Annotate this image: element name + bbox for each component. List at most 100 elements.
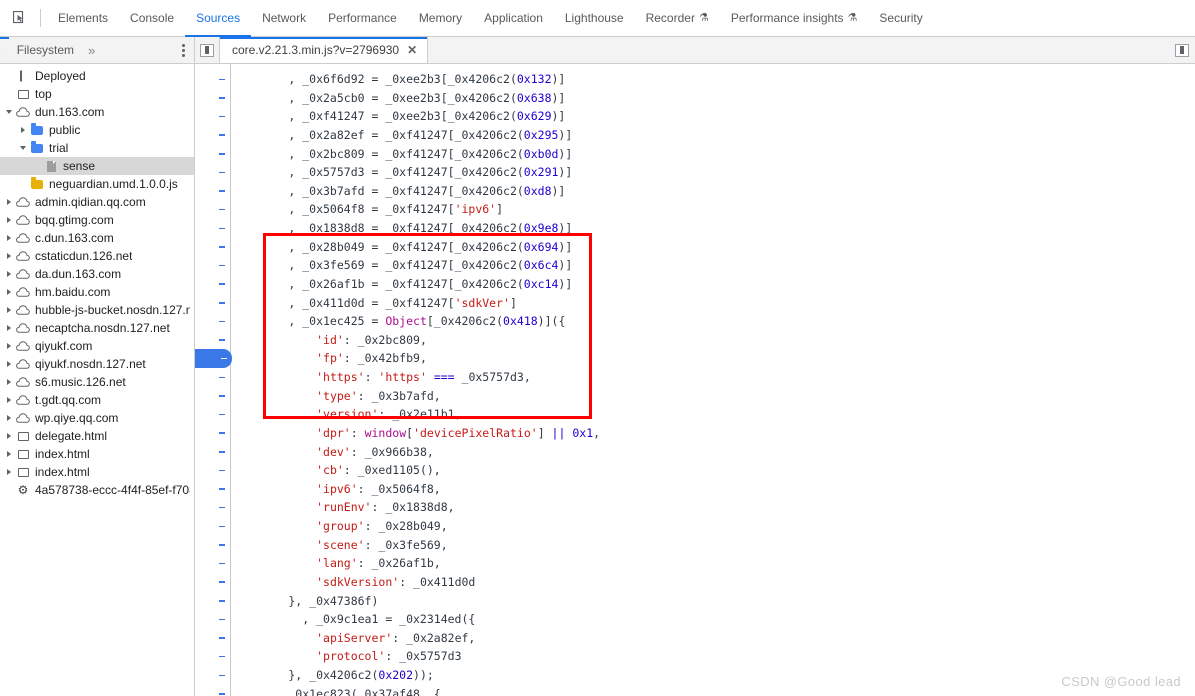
tab-performance[interactable]: Performance (317, 0, 408, 36)
close-icon[interactable]: ✕ (407, 44, 417, 56)
gutter-line[interactable] (195, 163, 230, 182)
gutter-line[interactable] (195, 405, 230, 424)
gutter-line[interactable] (195, 182, 230, 201)
tree-item-c-dun-163-com[interactable]: c.dun.163.com (0, 229, 194, 247)
tree-item-top[interactable]: top (0, 85, 194, 103)
chevron-right-icon[interactable] (16, 127, 29, 133)
gutter-line[interactable] (195, 424, 230, 443)
gutter-line[interactable] (195, 685, 230, 696)
chevron-down-icon[interactable] (2, 110, 15, 114)
gutter-line[interactable] (195, 387, 230, 406)
gutter-line[interactable] (195, 219, 230, 238)
gutter-line[interactable] (195, 554, 230, 573)
tree-item-necaptcha-nosdn-127-net[interactable]: necaptcha.nosdn.127.net (0, 319, 194, 337)
editor-gutter[interactable] (195, 64, 232, 696)
gutter-line[interactable] (195, 256, 230, 275)
editor-tab-file[interactable]: core.v2.21.3.min.js?v=2796930 ✕ (220, 37, 429, 63)
tab-console[interactable]: Console (119, 0, 185, 36)
inspect-element-icon[interactable] (4, 0, 34, 36)
tree-item-wp-qiye-qq-com[interactable]: wp.qiye.qq.com (0, 409, 194, 427)
tab-application[interactable]: Application (473, 0, 554, 36)
tree-item-deployed[interactable]: Deployed (0, 67, 194, 85)
gutter-line[interactable] (195, 647, 230, 666)
chevron-right-icon[interactable] (2, 451, 15, 457)
gutter-line[interactable] (195, 666, 230, 685)
gutter-line[interactable] (195, 480, 230, 499)
tree-item-4a578738-eccc-4f4f-85ef-f708ee6896[interactable]: ⚙ 4a578738-eccc-4f4f-85ef-f708ee6896 (0, 481, 194, 499)
tree-item-qiyukf-nosdn-127-net[interactable]: qiyukf.nosdn.127.net (0, 355, 194, 373)
navigator-tab-filesystem[interactable]: Filesystem (9, 37, 82, 63)
tree-item-bqq-gtimg-com[interactable]: bqq.gtimg.com (0, 211, 194, 229)
gutter-line[interactable] (195, 573, 230, 592)
gutter-line-highlighted[interactable] (195, 349, 232, 368)
chevron-right-icon[interactable] (2, 415, 15, 421)
more-options-icon[interactable] (172, 37, 194, 63)
tab-lighthouse[interactable]: Lighthouse (554, 0, 635, 36)
tab-memory[interactable]: Memory (408, 0, 473, 36)
gutter-line[interactable] (195, 368, 230, 387)
tree-item-neguardian-umd-1-0-0-js[interactable]: neguardian.umd.1.0.0.js (0, 175, 194, 193)
chevron-right-icon[interactable] (2, 325, 15, 331)
tree-item-trial[interactable]: trial (0, 139, 194, 157)
gutter-line[interactable] (195, 592, 230, 611)
navigator-file-tree[interactable]: Deployed top dun.163.com public trial sense ne… (0, 64, 195, 696)
tab-recorder[interactable]: Recorder ⚗ (635, 0, 720, 36)
tab-network[interactable]: Network (251, 0, 317, 36)
tab-performance-insights[interactable]: Performance insights ⚗ (720, 0, 869, 36)
chevron-right-icon[interactable] (2, 271, 15, 277)
tree-item-cstaticdun-126-net[interactable]: cstaticdun.126.net (0, 247, 194, 265)
tree-item-hm-baidu-com[interactable]: hm.baidu.com (0, 283, 194, 301)
gutter-line[interactable] (195, 126, 230, 145)
chevron-right-icon[interactable] (2, 397, 15, 403)
tab-elements[interactable]: Elements (47, 0, 119, 36)
gutter-line[interactable] (195, 89, 230, 108)
gutter-line[interactable] (195, 536, 230, 555)
gutter-line[interactable] (195, 200, 230, 219)
gutter-line[interactable] (195, 629, 230, 648)
gutter-line[interactable] (195, 145, 230, 164)
tab-security[interactable]: Security (868, 0, 933, 36)
tree-item-public[interactable]: public (0, 121, 194, 139)
chevron-right-icon[interactable] (2, 235, 15, 241)
chevron-right-icon[interactable] (2, 361, 15, 367)
tree-item-dun-163-com[interactable]: dun.163.com (0, 103, 194, 121)
tab-sources[interactable]: Sources (185, 0, 252, 37)
gutter-line[interactable] (195, 238, 230, 257)
chevron-right-icon[interactable] (2, 217, 15, 223)
editor-code[interactable]: , _0x6f6d92 = _0xee2b3[_0x4206c2(0x132)]… (231, 64, 1195, 696)
show-debugger-icon[interactable] (1169, 37, 1195, 63)
chevron-right-icon[interactable] (2, 199, 15, 205)
chevron-right-icon[interactable] (2, 379, 15, 385)
tree-item-index-html[interactable]: index.html (0, 463, 194, 481)
chevron-right-icon[interactable] (2, 433, 15, 439)
gutter-line[interactable] (195, 498, 230, 517)
gutter-line[interactable] (195, 610, 230, 629)
gutter-line[interactable] (195, 461, 230, 480)
chevron-right-icon[interactable] (2, 307, 15, 313)
chevron-right-icon[interactable] (2, 469, 15, 475)
chevron-right-icon[interactable] (2, 253, 15, 259)
tree-item-da-dun-163-com[interactable]: da.dun.163.com (0, 265, 194, 283)
tree-item-delegate-html[interactable]: delegate.html (0, 427, 194, 445)
gutter-line[interactable] (195, 443, 230, 462)
tree-item-admin-qidian-qq-com[interactable]: admin.qidian.qq.com (0, 193, 194, 211)
tree-item-sense[interactable]: sense (0, 157, 194, 175)
gutter-line[interactable] (195, 517, 230, 536)
tree-item-index-html[interactable]: index.html (0, 445, 194, 463)
gutter-line[interactable] (195, 294, 230, 313)
navigator-more-tabs-icon[interactable]: » (82, 37, 101, 63)
chevron-down-icon[interactable] (16, 146, 29, 150)
tree-item-hubble-js-bucket-nosdn-127-net[interactable]: hubble-js-bucket.nosdn.127.net (0, 301, 194, 319)
gutter-line[interactable] (195, 275, 230, 294)
gutter-line[interactable] (195, 312, 230, 331)
chevron-right-icon[interactable] (2, 343, 15, 349)
tree-item-s6-music-126-net[interactable]: s6.music.126.net (0, 373, 194, 391)
chevron-right-icon[interactable] (2, 289, 15, 295)
tree-item-t-gdt-qq-com[interactable]: t.gdt.qq.com (0, 391, 194, 409)
gutter-line[interactable] (195, 107, 230, 126)
gutter-line[interactable] (195, 70, 230, 89)
navigator-tab-page[interactable]: e (0, 37, 9, 63)
show-navigator-icon[interactable] (195, 37, 220, 63)
tree-item-qiyukf-com[interactable]: qiyukf.com (0, 337, 194, 355)
gutter-line[interactable] (195, 331, 230, 350)
